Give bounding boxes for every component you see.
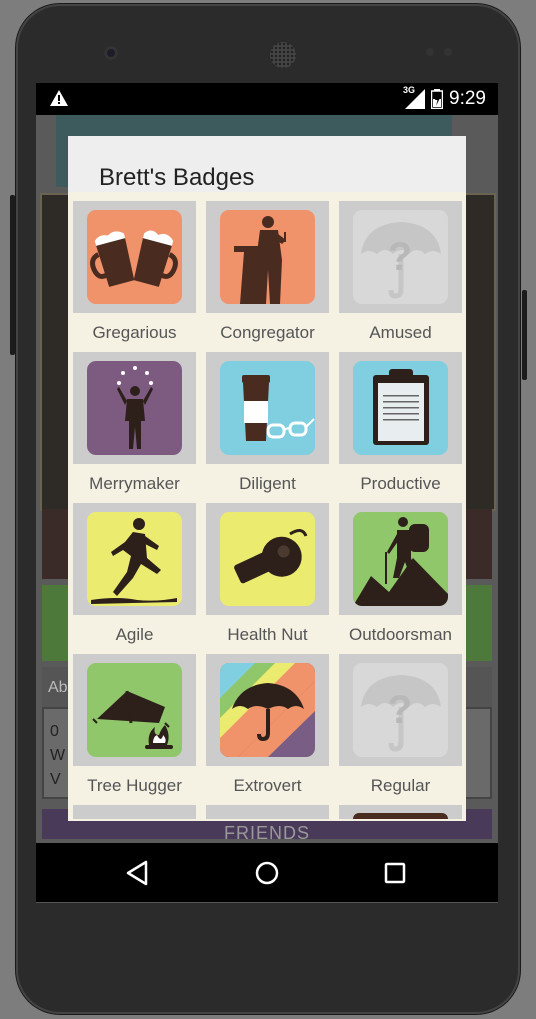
badge-tile (339, 503, 462, 615)
badge-health-nut[interactable]: Health Nut (206, 503, 329, 649)
badge-extrovert[interactable]: Extrovert (206, 654, 329, 800)
card-line-3: V (50, 771, 61, 788)
dialog-title: Brett's Badges (99, 164, 255, 191)
status-bar: 3G 9:29 (36, 83, 498, 115)
badge-diligent[interactable]: Diligent (206, 352, 329, 498)
friends-label: FRIENDS (223, 823, 310, 843)
tent-campfire-icon (87, 663, 182, 757)
power-button (522, 290, 527, 380)
proximity-sensor (426, 48, 434, 56)
speaker-podium-icon (220, 210, 315, 304)
badge-label: Regular (370, 776, 431, 795)
front-camera (104, 46, 118, 60)
badge-tree-hugger[interactable]: Tree Hugger (73, 654, 196, 800)
svg-text:?: ? (388, 235, 412, 279)
about-label: Ab (48, 679, 68, 696)
badge-label: Merrymaker (89, 474, 180, 493)
back-triangle-icon[interactable] (122, 857, 154, 889)
badge-regular[interactable]: ? Regular (339, 654, 462, 800)
badge-tile (206, 352, 329, 464)
light-sensor (444, 48, 452, 56)
badge-label: Amused (369, 323, 432, 342)
clock: 9:29 (449, 88, 486, 109)
badge-tile (206, 201, 329, 313)
badge-label: Health Nut (227, 625, 308, 644)
badge-label: Agile (115, 625, 154, 644)
badge-tile (339, 352, 462, 464)
badge-label: Tree Hugger (87, 776, 182, 795)
card-line-2: W (50, 747, 66, 764)
badge-tile-partial (73, 805, 196, 819)
juggler-icon (87, 361, 182, 455)
home-circle-icon[interactable] (251, 857, 283, 889)
locked-umbrella-question-icon: ? (353, 663, 448, 757)
network-type: 3G (403, 85, 416, 95)
svg-text:?: ? (388, 688, 412, 732)
badge-agile[interactable]: Agile (73, 503, 196, 649)
clipboard-icon (353, 361, 448, 455)
badge-amused[interactable]: ? Amused (339, 201, 462, 347)
badge-congregator[interactable]: Congregator (206, 201, 329, 347)
battery-icon (431, 89, 444, 109)
badge-tile (73, 352, 196, 464)
badge-label: Gregarious (92, 323, 177, 342)
runner-icon (87, 512, 182, 606)
badge-tile-partial (206, 805, 329, 819)
screen: 3G 9:29 Ab 0 W V FRIENDS Brett's Badges … (36, 83, 498, 903)
badge-icon-partial (353, 813, 448, 819)
badge-label: Congregator (220, 323, 315, 342)
badge-label: Outdoorsman (349, 625, 452, 644)
badge-outdoorsman[interactable]: Outdoorsman (339, 503, 462, 649)
rainbow-umbrella-icon (220, 663, 315, 757)
card-line-1: 0 (50, 723, 59, 740)
badge-productive[interactable]: Productive (339, 352, 462, 498)
volume-button (10, 195, 15, 355)
badge-label: Productive (360, 474, 441, 493)
whistle-icon (220, 512, 315, 606)
dialog-header: Brett's Badges (68, 136, 466, 192)
badge-merrymaker[interactable]: Merrymaker (73, 352, 196, 498)
recents-square-icon[interactable] (379, 857, 411, 889)
badge-tile-partial (339, 805, 462, 819)
badge-label: Extrovert (233, 776, 302, 795)
badge-tile (73, 654, 196, 766)
signal-icon: 3G (403, 85, 426, 109)
badge-tile: ? (339, 201, 462, 313)
badge-tile: ? (339, 654, 462, 766)
warning-icon (50, 90, 68, 106)
badge-tile (73, 503, 196, 615)
locked-umbrella-question-icon: ? (353, 210, 448, 304)
navigation-bar (36, 843, 498, 902)
beer-mugs-icon (87, 210, 182, 304)
badge-gregarious[interactable]: Gregarious (73, 201, 196, 347)
badge-label: Diligent (239, 474, 296, 493)
badge-tile (73, 201, 196, 313)
coffee-glasses-icon (220, 361, 315, 455)
badge-tile (206, 654, 329, 766)
badges-dialog: Brett's Badges Gregarious Congregator ? … (68, 136, 466, 821)
badge-tile (206, 503, 329, 615)
earpiece-speaker (270, 42, 296, 68)
hiker-icon (353, 512, 448, 606)
